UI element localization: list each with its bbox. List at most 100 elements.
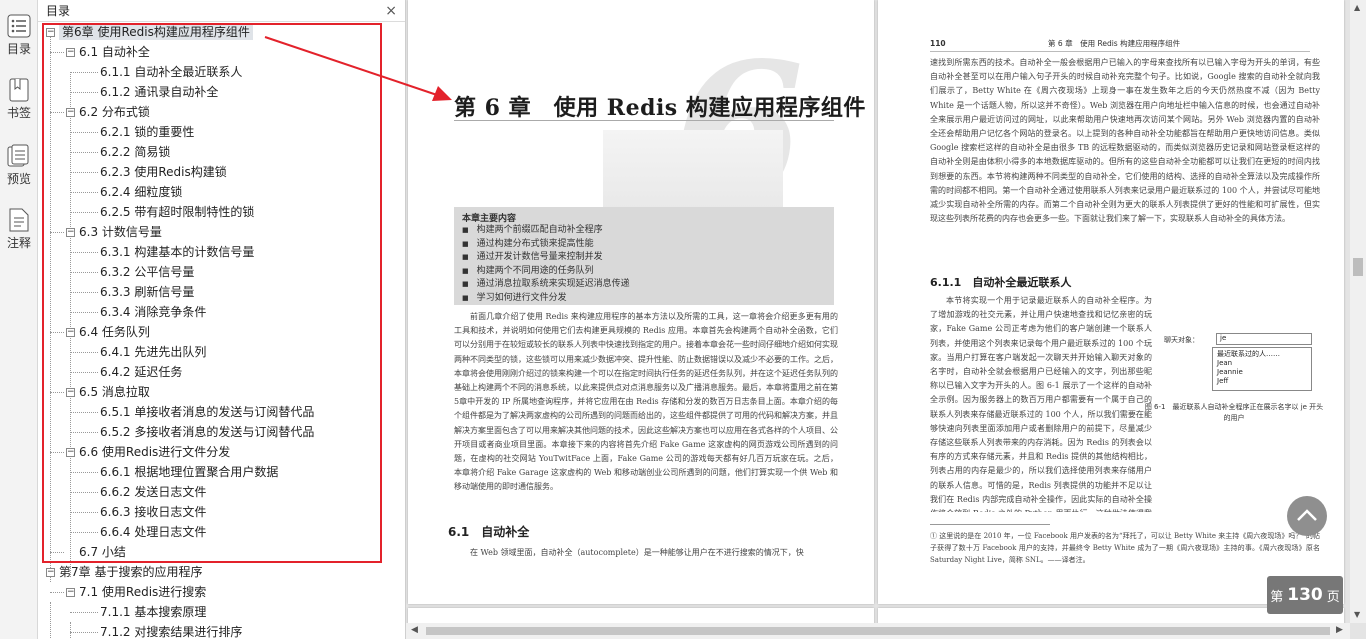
footnote-rule bbox=[930, 524, 1050, 525]
list-icon bbox=[7, 14, 31, 38]
toc-entry-label: 6.1 自动补全 bbox=[79, 45, 150, 59]
toc-panel: 目录 × − 第6章 使用Redis构建应用程序组件 −6.1 自动补全 6.1.1 … bbox=[38, 0, 443, 639]
summary-item: 构建两个不同用途的任务队列 bbox=[462, 265, 826, 279]
tree-connector bbox=[70, 72, 98, 73]
collapse-icon[interactable]: − bbox=[66, 448, 75, 457]
scroll-to-top-button[interactable] bbox=[1287, 496, 1327, 536]
toc-subsection[interactable]: 7.1.2 对搜索结果进行排序 bbox=[100, 622, 242, 639]
toc-subsection[interactable]: 6.5.2 多接收者消息的发送与订阅替代品 bbox=[100, 422, 314, 442]
page-indicator: 第 130 页 bbox=[1267, 576, 1343, 614]
bookmarks-tab[interactable]: 书签 bbox=[0, 78, 38, 121]
page-right: 110 第 6 章 使用 Redis 构建应用程序组件 速找到所需东西的技术。自… bbox=[878, 0, 1344, 604]
toc-entry-label: 6.3.2 公平信号量 bbox=[100, 265, 195, 279]
figure-caption: 图 6-1 最近联系人自动补全程序正在展示名字以 je 开头的用户 bbox=[1144, 403, 1324, 422]
collapse-icon[interactable]: − bbox=[66, 108, 75, 117]
tree-connector bbox=[70, 252, 98, 253]
document-horizontal-scrollbar[interactable]: ◀ ▶ bbox=[406, 623, 1350, 639]
toc-subsection[interactable]: 6.2.5 带有超时限制特性的锁 bbox=[100, 202, 254, 222]
vertical-scrollbar-thumb[interactable] bbox=[1353, 258, 1363, 276]
summary-item: 通过开发计数信号量来控制并发 bbox=[462, 251, 826, 265]
toc-entry-label: 6.4 任务队列 bbox=[79, 325, 150, 339]
toc-subsection[interactable]: 6.1.1 自动补全最近联系人 bbox=[100, 62, 242, 82]
tree-connector bbox=[50, 392, 64, 393]
document-viewer[interactable]: 6 第 6 章 使用 Redis 构建应用程序组件 本章主要内容 构建两个前缀匹… bbox=[406, 0, 1366, 639]
toc-entry-label: 6.1.1 自动补全最近联系人 bbox=[100, 65, 243, 79]
figure-6-1: 聊天对象： je 最近联系过的人…… Jean Jeannie Jeff bbox=[1160, 331, 1320, 397]
toc-subsection[interactable]: 6.3.4 消除竞争条件 bbox=[100, 302, 206, 322]
body-text-top: 速找到所需东西的技术。自动补全一般会根据用户已输入的字母来查找所有以已输入字母为… bbox=[930, 58, 1320, 224]
toc-entry-label: 7.1.1 基本搜索原理 bbox=[100, 605, 207, 619]
toc-entry-label: 第6章 使用Redis构建应用程序组件 bbox=[59, 24, 253, 40]
tree-connector bbox=[70, 92, 98, 93]
toc-section[interactable]: −6.4 任务队列 bbox=[66, 322, 150, 342]
tree-connector bbox=[70, 212, 98, 213]
chapter-summary-box: 本章主要内容 构建两个前缀匹配自动补全程序 通过构建分布式锁来提高性能 通过开发… bbox=[454, 207, 834, 305]
toc-entry-label: 6.4.2 延迟任务 bbox=[100, 365, 183, 379]
toc-entry-label: 6.6 使用Redis进行文件分发 bbox=[79, 445, 231, 459]
toc-entry-label: 6.5.1 单接收者消息的发送与订阅替代品 bbox=[100, 405, 315, 419]
toc-entry-label: 6.6.2 发送日志文件 bbox=[100, 485, 207, 499]
toc-entry-label: 6.2.2 简易锁 bbox=[100, 145, 171, 159]
bookmarks-tab-label: 书签 bbox=[6, 106, 31, 120]
toc-subsection[interactable]: 6.4.2 延迟任务 bbox=[100, 362, 182, 382]
toc-subsection[interactable]: 6.1.2 通讯录自动补全 bbox=[100, 82, 218, 102]
toc-subsection[interactable]: 6.2.3 使用Redis构建锁 bbox=[100, 162, 227, 182]
toc-section[interactable]: −6.2 分布式锁 bbox=[66, 102, 150, 122]
toc-entry-label: 7.1 使用Redis进行搜索 bbox=[79, 585, 207, 599]
scroll-down-icon[interactable]: ▼ bbox=[1354, 610, 1360, 619]
toc-tab-label: 目录 bbox=[6, 42, 31, 56]
toc-section[interactable]: −6.6 使用Redis进行文件分发 bbox=[66, 442, 230, 462]
summary-title: 本章主要内容 bbox=[462, 214, 517, 224]
summary-item: 通过构建分布式锁来提高性能 bbox=[462, 238, 826, 252]
scroll-up-icon[interactable]: ▲ bbox=[1354, 3, 1360, 12]
collapse-icon[interactable]: − bbox=[66, 48, 75, 57]
pdf-reader-window: 目录 书签 预览 注释 目录 × − 第6章 使用Redis构建应用程序组件 −… bbox=[0, 0, 1366, 639]
tree-connector bbox=[50, 332, 64, 333]
toc-entry-label: 6.6.3 接收日志文件 bbox=[100, 505, 207, 519]
collapse-icon[interactable]: − bbox=[66, 588, 75, 597]
toc-tab[interactable]: 目录 bbox=[0, 14, 38, 57]
toc-subsection[interactable]: 6.3.3 刷新信号量 bbox=[100, 282, 194, 302]
close-icon[interactable]: × bbox=[385, 3, 397, 19]
collapse-icon[interactable]: − bbox=[66, 388, 75, 397]
toc-section[interactable]: −6.3 计数信号量 bbox=[66, 222, 162, 242]
toc-subsection[interactable]: 6.5.1 单接收者消息的发送与订阅替代品 bbox=[100, 402, 314, 422]
collapse-icon[interactable]: − bbox=[46, 28, 55, 37]
collapse-icon[interactable]: − bbox=[46, 568, 55, 577]
toc-section[interactable]: 6.7 小结 bbox=[66, 542, 126, 562]
toc-entry-label: 7.1.2 对搜索结果进行排序 bbox=[100, 625, 243, 639]
toc-subsection[interactable]: 6.3.1 构建基本的计数信号量 bbox=[100, 242, 254, 262]
scroll-left-icon[interactable]: ◀ bbox=[411, 625, 418, 635]
toc-subsection[interactable]: 6.2.4 细粒度锁 bbox=[100, 182, 182, 202]
toc-section[interactable]: −6.5 消息拉取 bbox=[66, 382, 150, 402]
toc-subsection[interactable]: 6.6.3 接收日志文件 bbox=[100, 502, 206, 522]
page-number: 110 bbox=[930, 39, 946, 48]
document-vertical-scrollbar[interactable]: ▲ ▼ bbox=[1350, 0, 1366, 623]
toc-subsection[interactable]: 7.1.1 基本搜索原理 bbox=[100, 602, 206, 622]
figure-name: Jeannie bbox=[1217, 368, 1243, 376]
collapse-icon[interactable]: − bbox=[66, 228, 75, 237]
notes-tab[interactable]: 注释 bbox=[0, 208, 38, 251]
toc-chapter[interactable]: − 第6章 使用Redis构建应用程序组件 bbox=[46, 22, 253, 42]
tree-connector bbox=[70, 152, 98, 153]
scroll-right-icon[interactable]: ▶ bbox=[1336, 625, 1343, 635]
toc-subsection[interactable]: 6.6.2 发送日志文件 bbox=[100, 482, 206, 502]
horizontal-scrollbar-thumb[interactable] bbox=[426, 627, 1330, 635]
toc-subsection[interactable]: 6.4.1 先进先出队列 bbox=[100, 342, 206, 362]
toc-chapter[interactable]: − 第7章 基于搜索的应用程序 bbox=[46, 562, 202, 582]
toc-subsection[interactable]: 6.2.2 简易锁 bbox=[100, 142, 170, 162]
toc-section[interactable]: −6.1 自动补全 bbox=[66, 42, 150, 62]
toc-subsection[interactable]: 6.3.2 公平信号量 bbox=[100, 262, 194, 282]
toc-subsection[interactable]: 6.2.1 锁的重要性 bbox=[100, 122, 194, 142]
section-text: 在 Web 领域里面，自动补全（autocomplete）是一种能够让用户在不进… bbox=[470, 548, 804, 557]
tree-guide bbox=[50, 32, 51, 582]
page-left: 6 第 6 章 使用 Redis 构建应用程序组件 本章主要内容 构建两个前缀匹… bbox=[408, 0, 874, 604]
toc-subsection[interactable]: 6.6.4 处理日志文件 bbox=[100, 522, 206, 542]
toc-subsection[interactable]: 6.6.1 根据地理位置聚合用户数据 bbox=[100, 462, 278, 482]
preview-tab[interactable]: 预览 bbox=[0, 144, 38, 187]
notes-tab-label: 注释 bbox=[6, 236, 31, 250]
toc-section[interactable]: −7.1 使用Redis进行搜索 bbox=[66, 582, 206, 602]
collapse-icon[interactable]: − bbox=[66, 328, 75, 337]
tree-connector bbox=[50, 452, 64, 453]
summary-item: 学习如何进行文件分发 bbox=[462, 292, 826, 306]
